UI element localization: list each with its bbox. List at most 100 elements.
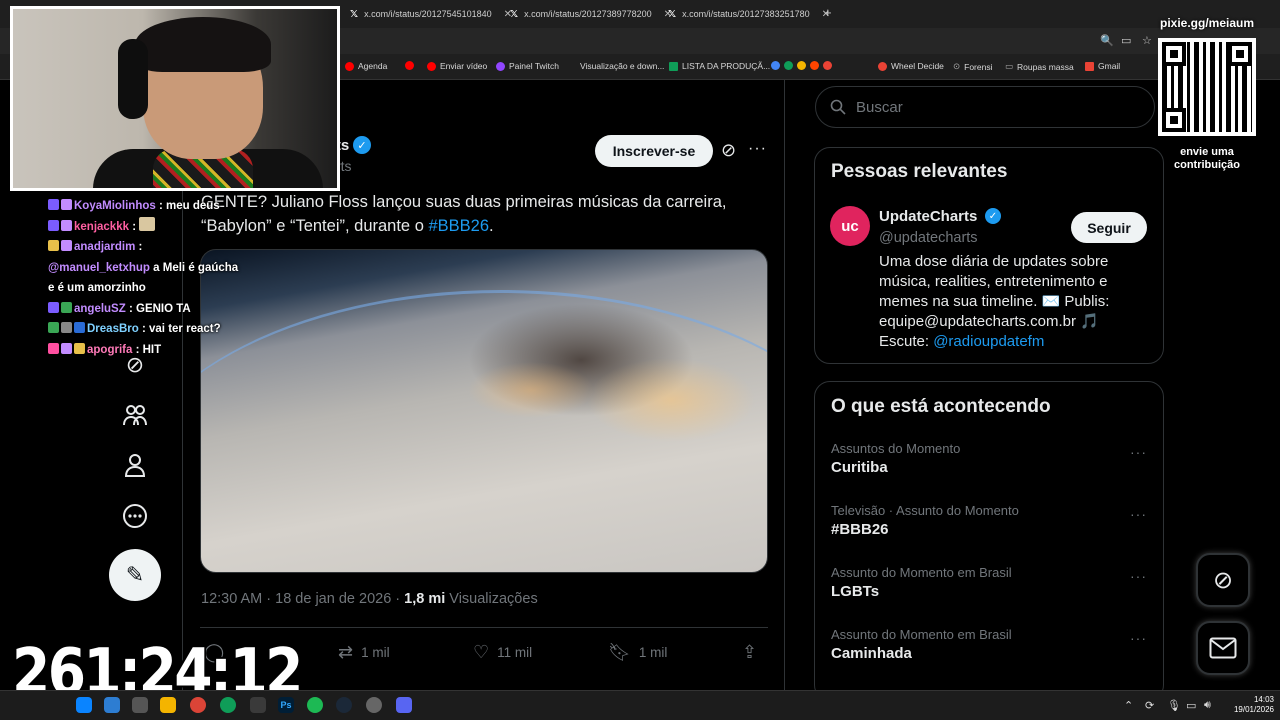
youtube-icon xyxy=(405,61,414,70)
verified-badge-icon: ✓ xyxy=(985,208,1001,224)
chat-badge-icon xyxy=(48,240,59,251)
tweet-separator xyxy=(200,627,768,628)
envelope-icon xyxy=(1209,637,1237,659)
chat-message: kenjackkk : xyxy=(48,216,288,238)
relevant-person-name[interactable]: UpdateCharts xyxy=(879,208,977,225)
more-options-icon[interactable]: ··· xyxy=(1130,444,1147,460)
zoom-icon[interactable]: 🔍 xyxy=(1100,34,1114,47)
browser-tab[interactable]: 𝕏 x.com/i/status/20127545101840 ✕ xyxy=(350,5,512,23)
compose-post-button[interactable]: ✎ xyxy=(109,549,161,601)
system-clock[interactable]: 14:03 19/01/2026 xyxy=(1222,695,1274,715)
bookmark-label: Roupas massa xyxy=(1017,61,1074,72)
obs-icon[interactable] xyxy=(250,697,266,713)
trends-title: O que está acontecendo xyxy=(831,396,1051,417)
bookmark-wheel-decide[interactable]: Wheel Decide xyxy=(878,61,944,71)
grok-floating-button[interactable]: ⊘ xyxy=(1196,553,1250,607)
photoshop-icon[interactable]: Ps xyxy=(278,697,294,713)
more-nav-icon[interactable] xyxy=(120,501,150,531)
tweet-text-end: . xyxy=(489,217,494,235)
bookmark-label: LISTA DA PRODUÇÃ... xyxy=(682,61,771,71)
chat-badge-icon xyxy=(48,322,59,333)
avatar[interactable]: uc xyxy=(830,206,870,246)
chat-message: KoyaMiolinhos : meu deus xyxy=(48,196,288,217)
more-options-icon[interactable]: ··· xyxy=(1130,506,1147,522)
bookmark-forensi[interactable]: ⊙ Forensi xyxy=(953,61,992,72)
bookmark-painel-twitch[interactable]: Painel Twitch xyxy=(496,61,559,71)
profile-nav-icon[interactable] xyxy=(120,450,150,480)
bookmark-visualizacao[interactable]: Visualização e down... xyxy=(580,61,664,71)
cast-icon[interactable]: ▭ xyxy=(1121,34,1131,47)
network-icon[interactable]: ▭ xyxy=(1186,699,1196,712)
chrome-icon[interactable] xyxy=(190,697,206,713)
chat-badge-icon xyxy=(74,322,85,333)
bookmark-roupas-massa[interactable]: ▭ Roupas massa xyxy=(1005,61,1074,72)
chat-badge-icon xyxy=(61,199,72,210)
tweet-views-count: 1,8 mi xyxy=(404,591,446,607)
bio-link[interactable]: @radioupdatefm xyxy=(933,333,1044,350)
app-icon[interactable] xyxy=(366,697,382,713)
search-input[interactable]: Buscar xyxy=(815,86,1155,128)
tray-app-icon[interactable]: ⟳ xyxy=(1145,699,1154,712)
store-icon[interactable] xyxy=(104,697,120,713)
more-options-icon[interactable]: ··· xyxy=(1130,630,1147,646)
grok-icon: ⊘ xyxy=(1212,566,1234,594)
chat-text: a Meli é gaúcha xyxy=(153,261,239,274)
verified-badge-icon: ✓ xyxy=(353,136,371,154)
browser-tab[interactable]: 𝕏 x.com/i/status/20127389778200 ✕ xyxy=(510,5,672,23)
donation-qr-overlay: pixie.gg/meiaum envie uma contribuição xyxy=(1152,16,1262,176)
chat-badge-icon xyxy=(48,301,59,313)
share-button[interactable]: ⇪ xyxy=(742,642,757,663)
trend-item[interactable]: Televisão · Assunto do Momento #BBB26 xyxy=(831,503,1151,538)
bookmark-extensions[interactable] xyxy=(771,61,832,70)
heart-icon: ♡ xyxy=(473,642,490,662)
star-icon[interactable]: ☆ xyxy=(1142,34,1152,47)
trend-item[interactable]: Assunto do Momento em Brasil LGBTs xyxy=(831,565,1151,600)
browser-tab[interactable]: 𝕏 x.com/i/status/20127383251780 ✕ xyxy=(668,5,830,23)
trend-item[interactable]: Assuntos do Momento Curitiba xyxy=(831,441,1151,476)
chat-badge-icon xyxy=(48,342,59,354)
tweet-timestamp[interactable]: 12:30 AM · 18 de jan de 2026 · xyxy=(201,591,404,607)
retweet-button[interactable]: ⇄ 1 mil xyxy=(338,642,390,663)
relevant-person-handle[interactable]: @updatecharts xyxy=(879,230,978,246)
tweet-hashtag-link[interactable]: #BBB26 xyxy=(428,217,489,235)
chat-text: vai ter react? xyxy=(149,323,221,335)
webcam-person-hair xyxy=(135,17,271,72)
like-button[interactable]: ♡ 11 mil xyxy=(473,642,532,663)
grok-icon[interactable]: ⊘ xyxy=(721,140,736,161)
bookmark-lista-producao[interactable]: LISTA DA PRODUÇÃ... xyxy=(669,61,770,71)
messages-floating-button[interactable] xyxy=(1196,621,1250,675)
spotify-icon[interactable] xyxy=(307,697,323,713)
bookmark-enviar-video[interactable]: Enviar vídeo xyxy=(427,61,487,71)
discord-icon[interactable] xyxy=(396,697,412,713)
chat-badge-icon xyxy=(48,199,59,210)
chat-message: DreasBro : vai ter react? xyxy=(48,319,288,340)
volume-icon[interactable]: 🔊︎ xyxy=(1204,699,1211,712)
new-tab-button[interactable]: + xyxy=(824,5,832,20)
follow-button[interactable]: Seguir xyxy=(1071,212,1147,243)
qr-pattern xyxy=(1162,42,1252,132)
headset-icon xyxy=(118,39,148,119)
subscribe-button[interactable]: Inscrever-se xyxy=(595,135,713,167)
youtube-icon xyxy=(427,61,436,71)
communities-nav-icon[interactable] xyxy=(120,400,150,430)
bookmark-youtube[interactable] xyxy=(405,61,414,70)
bookmark-gmail[interactable]: Gmail xyxy=(1085,61,1120,71)
folder-icon[interactable] xyxy=(160,697,176,713)
app-icon[interactable] xyxy=(132,697,148,713)
edge-icon[interactable] xyxy=(76,697,92,713)
relevant-person-bio: Uma dose diária de updates sobre música,… xyxy=(879,252,1149,352)
emote-icon xyxy=(139,216,156,231)
tab-label: x.com/i/status/20127389778200 xyxy=(524,9,652,19)
more-options-icon[interactable]: ··· xyxy=(1130,568,1147,584)
bookmark-agenda[interactable]: Agenda xyxy=(345,61,387,71)
chrome-profile-icon[interactable] xyxy=(220,697,236,713)
x-logo-icon: 𝕏 xyxy=(510,8,519,20)
microphone-icon[interactable]: 🎙︎ xyxy=(1167,699,1181,712)
trend-item[interactable]: Assunto do Momento em Brasil Caminhada xyxy=(831,627,1151,662)
column-divider xyxy=(784,80,785,690)
x-logo-icon: 𝕏 xyxy=(350,8,359,20)
tray-chevron-icon[interactable]: ⌃ xyxy=(1124,699,1133,712)
more-options-icon[interactable]: ··· xyxy=(748,140,767,158)
bookmark-button[interactable]: 🔖︎ 1 mil xyxy=(608,642,667,663)
steam-icon[interactable] xyxy=(336,697,352,713)
